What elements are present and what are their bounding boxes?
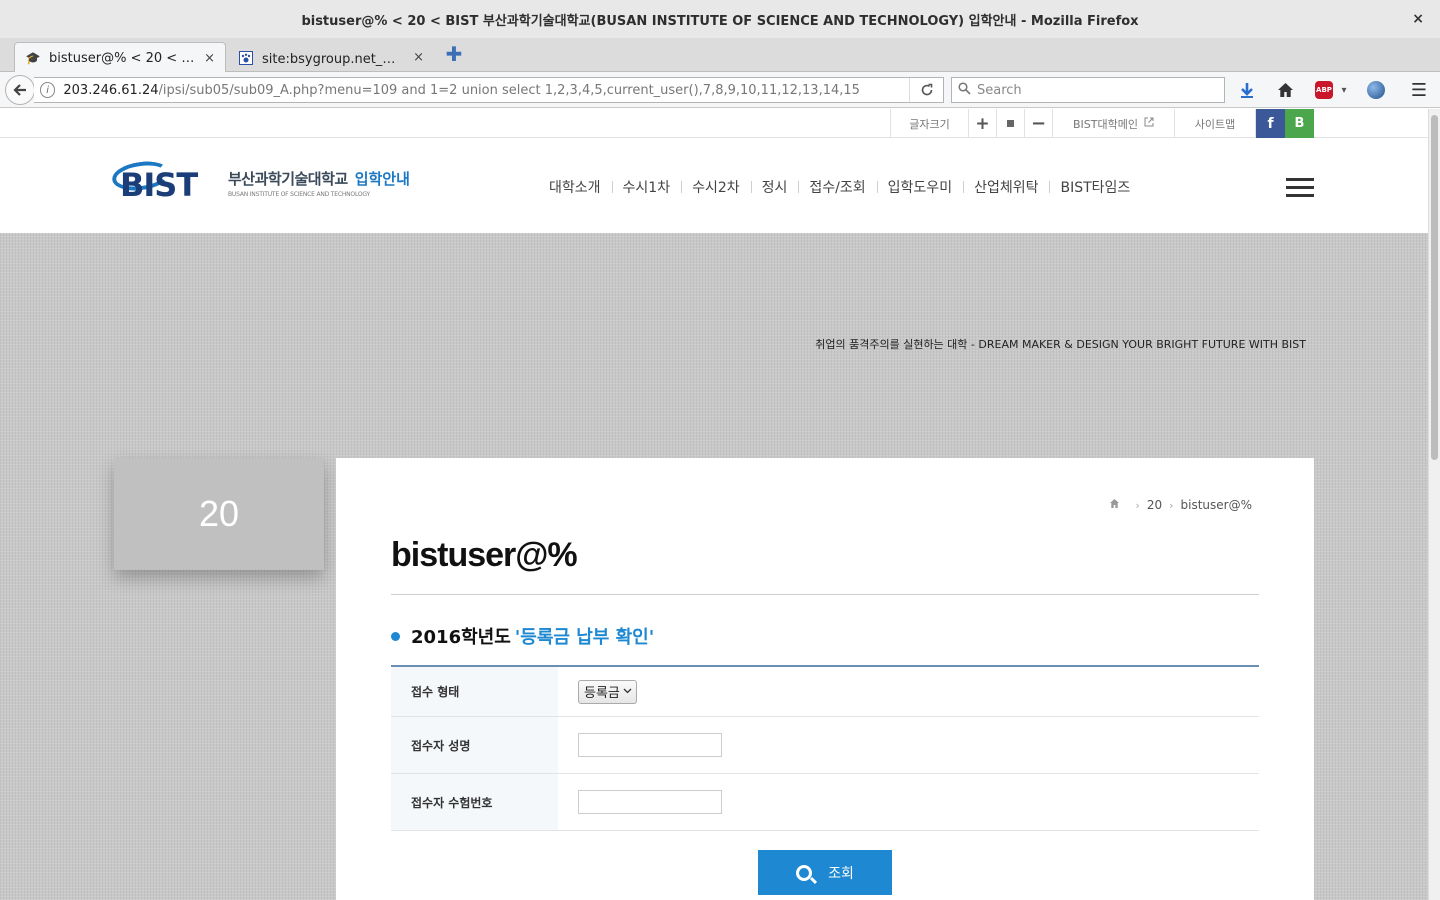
page-title: bistuser@% <box>391 536 578 574</box>
window-titlebar: bistuser@% < 20 < BIST 부산과학기술대학교(BUSAN I… <box>0 0 1440 38</box>
extension-globe-icon[interactable] <box>1365 80 1387 100</box>
form-row-name: 접수자 성명 <box>391 717 1259 774</box>
chevron-down-icon[interactable]: ▾ <box>1336 80 1352 100</box>
site-header: BIST 부산과학기술대학교 입학안내 BUSAN INSTITUTE OF S… <box>0 138 1428 233</box>
bist-logo[interactable]: BIST 부산과학기술대학교 입학안내 BUSAN INSTITUTE OF S… <box>110 158 442 208</box>
site-menu-icon[interactable] <box>1286 178 1314 198</box>
logo-university-name: 부산과학기술대학교 <box>228 170 348 188</box>
nav-item-industry[interactable]: 산업체위탁 <box>963 177 1049 197</box>
bist-logo-mark: BIST <box>110 158 218 206</box>
search-input[interactable]: Search <box>951 77 1225 103</box>
content-panel: › 20 › bistuser@% bistuser@% 2016학년도 '등록… <box>336 458 1314 900</box>
section-heading: 2016학년도 '등록금 납부 확인' <box>391 623 654 649</box>
section-year: 2016학년도 <box>411 627 511 648</box>
window-close-icon[interactable]: × <box>1412 11 1424 27</box>
type-select[interactable]: 등록금 <box>578 679 637 704</box>
breadcrumb-current: bistuser@% <box>1180 498 1252 512</box>
font-increase-button[interactable]: + <box>968 109 996 138</box>
nav-item-about[interactable]: 대학소개 <box>538 177 612 197</box>
square-icon <box>1007 120 1014 127</box>
breadcrumb: › 20 › bistuser@% <box>1109 498 1252 512</box>
font-reset-button[interactable] <box>996 109 1024 138</box>
tab-title: bistuser@% < 20 < BI... <box>49 50 199 66</box>
breadcrumb-separator: › <box>1135 498 1140 512</box>
exam-number-label: 접수자 수험번호 <box>391 774 558 830</box>
adblock-icon[interactable]: ABP <box>1313 80 1335 100</box>
external-link-icon <box>1144 117 1154 130</box>
window-title: bistuser@% < 20 < BIST 부산과학기술대학교(BUSAN I… <box>301 13 1139 29</box>
nav-item-helper[interactable]: 입학도우미 <box>876 177 963 197</box>
home-icon[interactable] <box>1109 498 1120 512</box>
main-site-label: BIST대학메인 <box>1073 117 1138 131</box>
main-site-link[interactable]: BIST대학메인 <box>1052 109 1174 138</box>
font-size-label: 글자크기 <box>890 109 968 138</box>
search-icon <box>796 864 813 881</box>
url-bar[interactable]: i 203.246.61.24 /ipsi/sub05/sub09_A.php?… <box>34 77 944 103</box>
title-divider <box>391 594 1259 595</box>
nav-item-early-1[interactable]: 수시1차 <box>611 177 682 197</box>
slogan-text: 취업의 품격주의를 실현하는 대학 - DREAM MAKER & DESIGN… <box>815 338 1306 351</box>
name-input[interactable] <box>578 733 722 757</box>
new-tab-icon[interactable]: ✚ <box>444 44 464 64</box>
search-icon <box>958 81 971 99</box>
tab-strip: 🎓 bistuser@% < 20 < BI... × site:bsygrou… <box>0 38 1440 73</box>
reload-icon[interactable] <box>909 78 943 102</box>
nav-item-times[interactable]: BIST타임즈 <box>1049 177 1141 197</box>
side-menu-title-box: 20 <box>114 458 324 570</box>
site-info-icon[interactable]: i <box>40 82 56 98</box>
exam-number-input[interactable] <box>578 790 722 814</box>
bullet-icon <box>391 631 400 641</box>
page-viewport: 글자크기 + − BIST대학메인 사이트맵 f B BIST 부산과학기술대학… <box>0 109 1428 900</box>
download-icon[interactable] <box>1236 80 1258 100</box>
home-icon[interactable] <box>1274 80 1296 100</box>
logo-admission-label: 입학안내 <box>354 170 410 188</box>
search-placeholder: Search <box>977 82 1022 98</box>
page-scrollbar[interactable] <box>1428 109 1440 900</box>
breadcrumb-separator: › <box>1169 498 1174 512</box>
tab-bsygroup[interactable]: site:bsygroup.net_百... × <box>228 42 434 73</box>
nav-item-early-2[interactable]: 수시2차 <box>681 177 751 197</box>
lookup-button[interactable]: 조회 <box>758 850 892 895</box>
tab-bist[interactable]: 🎓 bistuser@% < 20 < BI... × <box>14 42 226 73</box>
section-highlight: '등록금 납부 확인' <box>514 627 655 648</box>
main-navigation: 대학소개 수시1차 수시2차 정시 접수/조회 입학도우미 산업체위탁 BIST… <box>538 174 1141 200</box>
paw-icon <box>238 50 254 66</box>
visual-banner: 취업의 품격주의를 실현하는 대학 - DREAM MAKER & DESIGN… <box>0 233 1428 900</box>
lookup-button-label: 조회 <box>828 865 854 882</box>
chevron-down-icon <box>623 686 632 698</box>
side-menu-title: 20 <box>198 493 240 534</box>
name-label: 접수자 성명 <box>391 717 558 773</box>
url-host: 203.246.61.24 <box>63 82 159 98</box>
type-label: 접수 형태 <box>391 667 558 716</box>
type-select-value: 등록금 <box>584 686 620 701</box>
url-path: /ipsi/sub05/sub09_A.php?menu=109 and 1=2… <box>158 82 860 98</box>
scrollbar-thumb[interactable] <box>1431 115 1438 460</box>
lookup-form: 접수 형태 등록금 접수자 성명 접수자 수험번호 <box>391 665 1259 831</box>
nav-item-regular[interactable]: 정시 <box>750 177 799 197</box>
nav-item-apply-check[interactable]: 접수/조회 <box>798 177 876 197</box>
navigation-toolbar: i 203.246.61.24 /ipsi/sub05/sub09_A.php?… <box>0 72 1440 108</box>
tab-close-icon[interactable]: × <box>204 51 215 66</box>
tab-close-icon[interactable]: × <box>413 50 424 65</box>
blog-icon[interactable]: B <box>1285 109 1314 138</box>
hamburger-menu-icon[interactable]: ☰ <box>1408 80 1430 101</box>
mortarboard-icon: 🎓 <box>25 51 41 65</box>
sitemap-link[interactable]: 사이트맵 <box>1174 109 1256 138</box>
font-decrease-button[interactable]: − <box>1024 109 1052 138</box>
form-row-type: 접수 형태 등록금 <box>391 667 1259 717</box>
breadcrumb-item[interactable]: 20 <box>1147 498 1162 512</box>
tab-title: site:bsygroup.net_百... <box>262 52 408 67</box>
form-row-exam-number: 접수자 수험번호 <box>391 774 1259 831</box>
facebook-icon[interactable]: f <box>1256 109 1285 138</box>
utility-bar: 글자크기 + − BIST대학메인 사이트맵 f B <box>0 109 1428 138</box>
back-arrow-icon[interactable] <box>5 75 35 105</box>
logo-english-name: BUSAN INSTITUTE OF SCIENCE AND TECHNOLOG… <box>228 191 371 198</box>
